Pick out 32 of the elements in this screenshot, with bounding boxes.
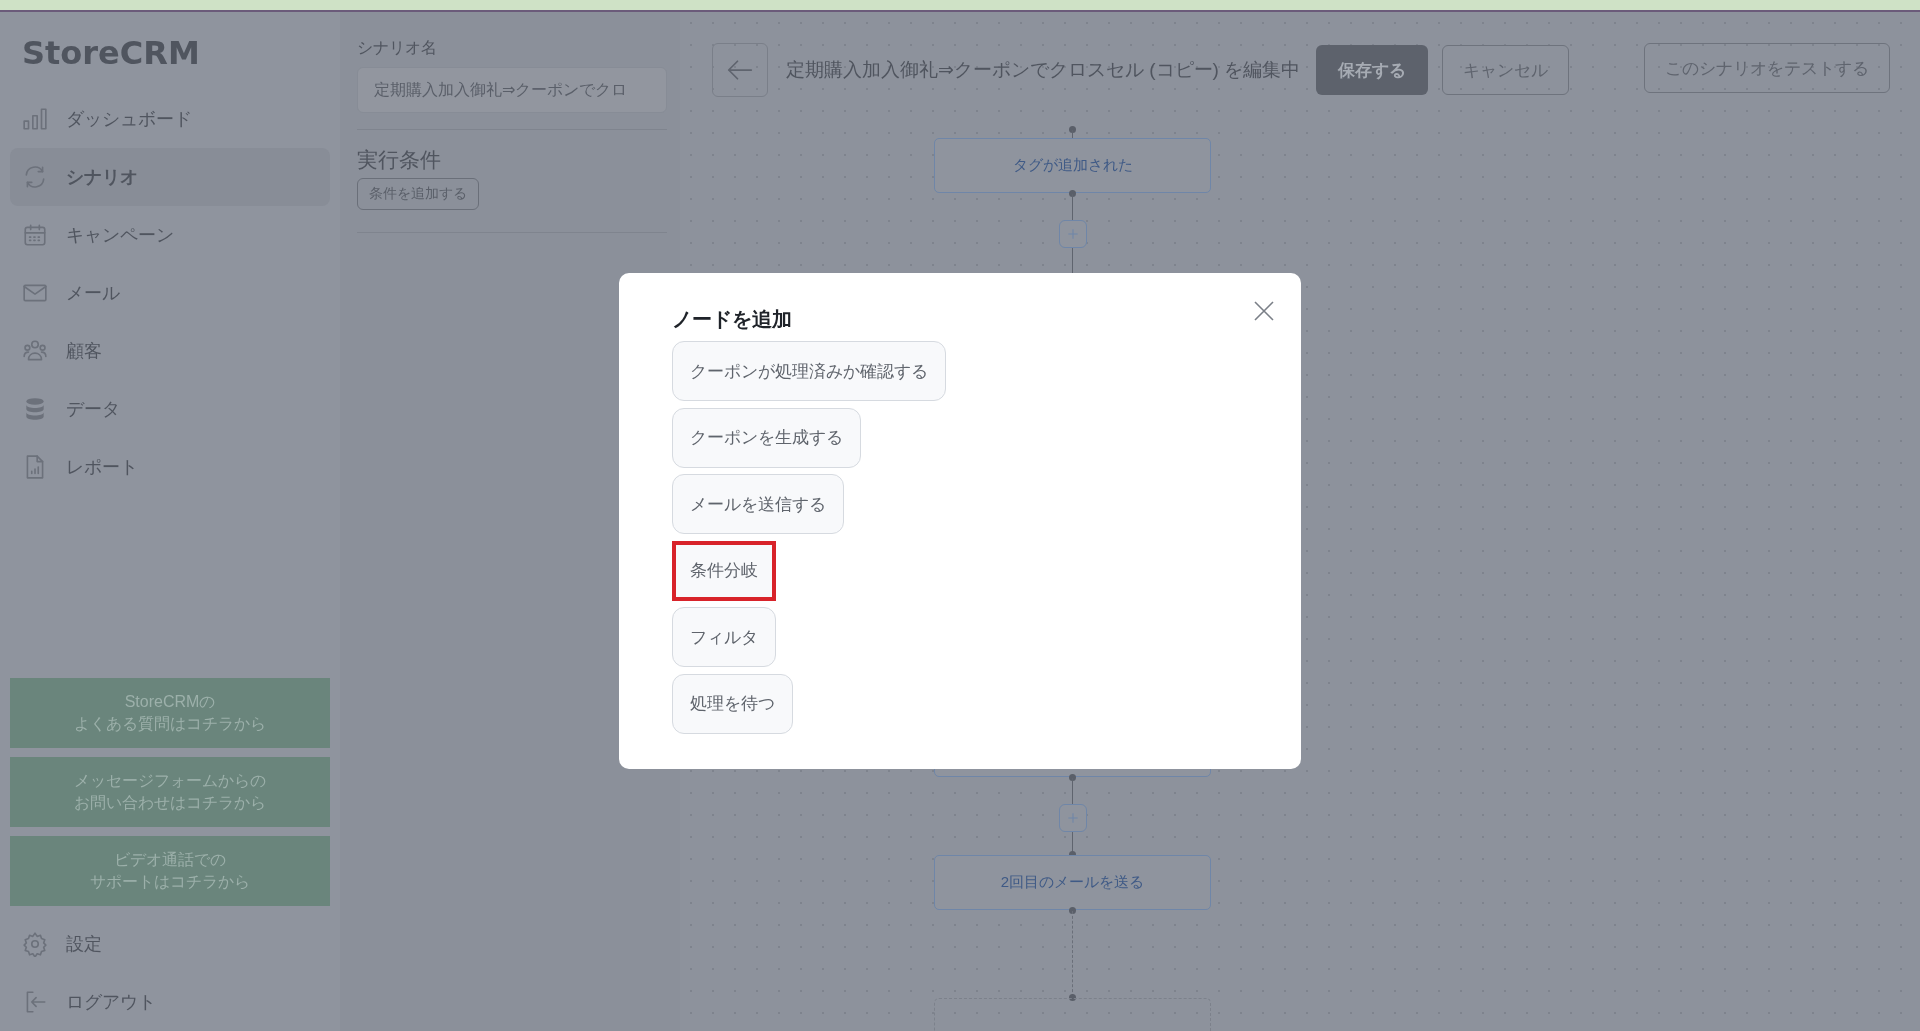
- sidebar-item[interactable]: キャンペーン: [10, 206, 330, 264]
- settings-icon: [22, 931, 48, 957]
- flow-node[interactable]: 2回目のメールを送る: [934, 855, 1211, 910]
- sidebar-item[interactable]: データ: [10, 380, 330, 438]
- flow-node[interactable]: タグが追加された: [934, 138, 1211, 193]
- back-button[interactable]: [712, 43, 768, 97]
- close-icon: [1252, 299, 1276, 323]
- sidebar-item[interactable]: 設定: [10, 915, 330, 973]
- node-type-option[interactable]: 処理を待つ: [672, 673, 793, 734]
- node-type-option[interactable]: クーポンを生成する: [672, 407, 861, 468]
- node-type-option[interactable]: メールを送信する: [672, 474, 844, 534]
- node-type-option[interactable]: フィルタ: [672, 607, 776, 667]
- field-label: シナリオ名: [357, 38, 437, 58]
- node-type-option[interactable]: クーポンが処理済みか確認する: [672, 341, 946, 401]
- node-type-option[interactable]: 条件分岐: [672, 540, 776, 601]
- dialog-title: ノードを追加: [672, 307, 792, 332]
- app-logo: StoreCRM: [22, 34, 200, 72]
- sidebar-item[interactable]: レポート: [10, 438, 330, 496]
- sidebar-item[interactable]: ダッシュボード: [10, 90, 330, 148]
- calendar-icon: [22, 222, 48, 248]
- sidebar-item[interactable]: ログアウト: [10, 973, 330, 1031]
- connector-dot: [1069, 907, 1076, 914]
- chart-icon: [22, 106, 48, 132]
- sidebar-item[interactable]: 顧客: [10, 322, 330, 380]
- connector-dot: [1069, 994, 1076, 1001]
- add-node-button[interactable]: [1058, 220, 1087, 248]
- save-button[interactable]: 保存する: [1316, 45, 1429, 95]
- section-title: 実行条件: [357, 147, 441, 173]
- sidebar-item[interactable]: シナリオ: [10, 148, 330, 206]
- editor-title: 定期購入加入御礼⇒クーポンでクロスセル (コピー) を編集中: [786, 58, 1301, 82]
- add-node-button[interactable]: [1058, 804, 1087, 832]
- sidebar-item[interactable]: メール: [10, 264, 330, 322]
